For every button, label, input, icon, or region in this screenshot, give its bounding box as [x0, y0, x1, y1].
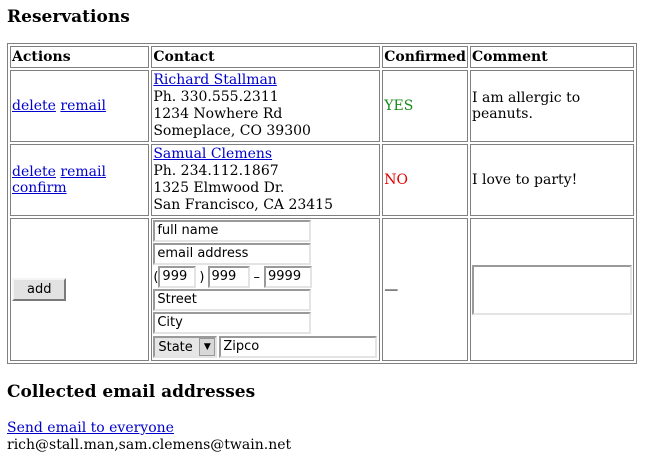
delete-link[interactable]: delete — [12, 164, 56, 180]
contact-name-link[interactable]: Richard Stallman — [153, 72, 276, 88]
remail-link[interactable]: remail — [60, 98, 106, 114]
phone-close-paren: ) — [199, 269, 205, 285]
contact-street: 1325 Elmwood Dr. — [153, 180, 285, 196]
send-email-link[interactable]: Send email to everyone — [7, 420, 174, 436]
email-input[interactable]: email address — [153, 243, 312, 265]
full-name-input[interactable]: full name — [153, 220, 312, 242]
table-row: delete remail confirm Samual Clemens Ph.… — [10, 144, 634, 216]
contact-street: 1234 Nowhere Rd — [153, 106, 283, 122]
actions-cell: delete remail — [10, 70, 150, 142]
header-confirmed: Confirmed — [382, 46, 468, 68]
add-button[interactable]: add — [12, 278, 67, 301]
phone-line-input[interactable]: 9999 — [264, 266, 312, 288]
city-input[interactable]: City — [153, 312, 312, 334]
confirmed-cell: — — [382, 218, 468, 361]
comment-textarea[interactable] — [472, 264, 632, 315]
remail-link[interactable]: remail — [60, 164, 106, 180]
header-contact: Contact — [151, 46, 381, 68]
contact-city: San Francisco, CA 23415 — [153, 197, 333, 213]
contact-phone: Ph. 330.555.2311 — [153, 89, 279, 105]
contact-phone: Ph. 234.112.1867 — [153, 163, 279, 179]
confirmed-status: NO — [382, 144, 468, 216]
delete-link[interactable]: delete — [12, 98, 56, 114]
header-actions: Actions — [10, 46, 150, 68]
header-row: Actions Contact Confirmed Comment — [10, 46, 634, 68]
comment-cell: I am allergic to peanuts. — [470, 70, 634, 142]
comment-cell: I love to party! — [470, 144, 634, 216]
comment-input-cell — [470, 218, 634, 361]
add-contact-form: full name email address ( 999 ) 999 – 99… — [151, 218, 381, 361]
reservations-heading: Reservations — [7, 7, 130, 27]
contact-city: Someplace, CO 39300 — [153, 123, 311, 139]
confirmed-status: YES — [382, 70, 468, 142]
contact-name-link[interactable]: Samual Clemens — [153, 146, 272, 162]
phone-fields: ( 999 ) 999 – 9999 — [153, 266, 378, 288]
add-cell: add — [10, 218, 150, 361]
phone-area-input[interactable]: 999 — [158, 266, 197, 288]
contact-cell: Samual Clemens Ph. 234.112.1867 1325 Elm… — [151, 144, 381, 216]
phone-prefix-input[interactable]: 999 — [207, 266, 250, 288]
phone-dash: – — [253, 269, 261, 285]
state-select-value: State — [158, 339, 193, 355]
state-zip-line: State ▼ Zipco — [153, 335, 378, 359]
street-input[interactable]: Street — [153, 289, 312, 311]
email-list: rich@stall.man,sam.clemens@twain.net — [7, 437, 292, 453]
triangle-down-icon: ▼ — [199, 338, 216, 356]
add-row: add full name email address ( 999 ) 999 … — [10, 218, 634, 361]
reservations-table: Actions Contact Confirmed Comment delete… — [7, 43, 637, 364]
contact-cell: Richard Stallman Ph. 330.555.2311 1234 N… — [151, 70, 381, 142]
zip-input[interactable]: Zipco — [219, 336, 378, 358]
table-row: delete remail Richard Stallman Ph. 330.5… — [10, 70, 634, 142]
state-select[interactable]: State ▼ — [153, 336, 218, 358]
header-comment: Comment — [470, 46, 634, 68]
confirm-link[interactable]: confirm — [12, 180, 67, 196]
actions-cell: delete remail confirm — [10, 144, 150, 216]
collected-heading: Collected email addresses — [7, 382, 256, 402]
